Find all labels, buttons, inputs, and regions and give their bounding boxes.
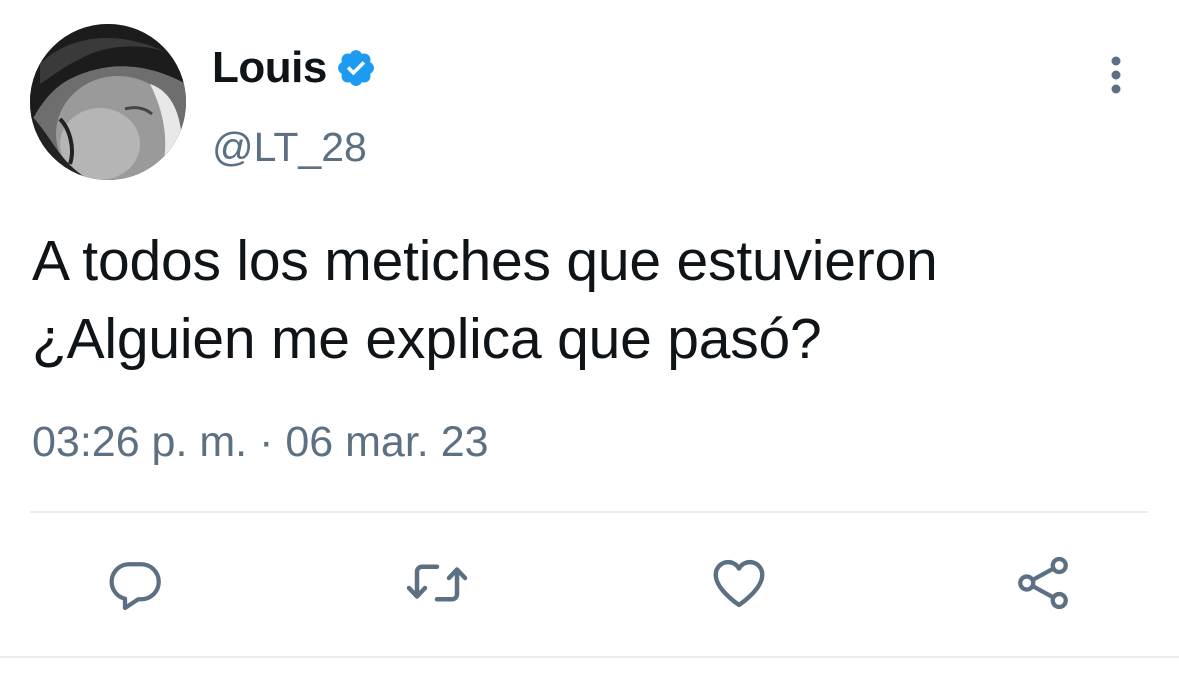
tweet-text-line: ¿Alguien me explica que pasó? xyxy=(32,307,822,371)
like-button[interactable] xyxy=(704,548,774,618)
more-options-button[interactable] xyxy=(1094,52,1138,98)
divider xyxy=(30,511,1148,513)
share-button[interactable] xyxy=(1008,548,1078,618)
tweet-text-line: A todos los metiches que estuvieron xyxy=(32,229,938,293)
name-row: Louis xyxy=(212,40,377,96)
avatar[interactable] xyxy=(30,24,186,180)
action-bar xyxy=(0,548,1179,618)
avatar-photo xyxy=(30,24,186,180)
tweet-timestamp[interactable]: 03:26 p. m. · 06 mar. 23 xyxy=(32,418,489,467)
share-icon xyxy=(1018,556,1068,610)
user-handle[interactable]: @LT_28 xyxy=(212,124,367,171)
reply-button[interactable] xyxy=(100,548,170,618)
divider xyxy=(0,656,1179,658)
more-vertical-icon xyxy=(1111,56,1121,94)
heart-icon xyxy=(713,559,765,608)
display-name[interactable]: Louis xyxy=(212,43,327,93)
tweet-card: Louis @LT_28 A todos los metiches que es… xyxy=(0,0,1179,675)
retweet-icon xyxy=(406,564,468,602)
verified-badge-icon xyxy=(335,47,377,89)
reply-icon xyxy=(109,562,161,611)
tweet-text: A todos los metiches que estuvieron ¿Alg… xyxy=(32,222,1162,378)
retweet-button[interactable] xyxy=(402,548,472,618)
